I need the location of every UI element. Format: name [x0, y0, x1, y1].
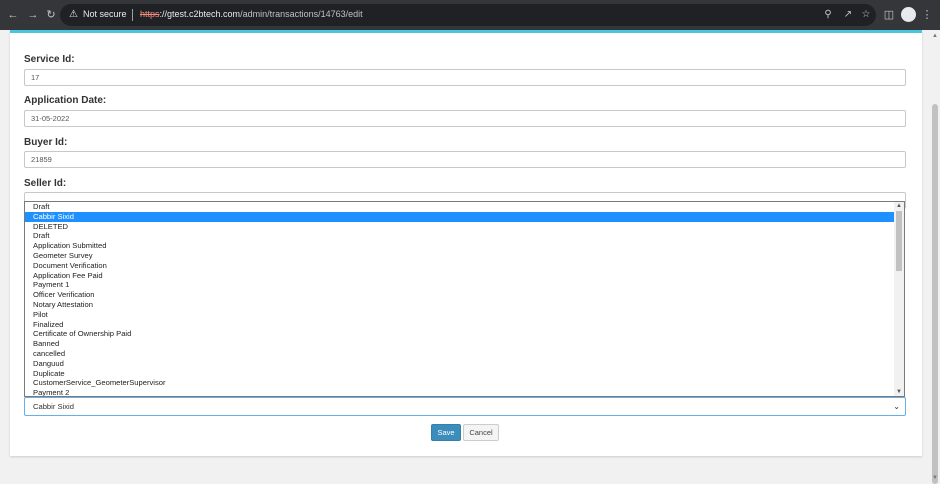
dropdown-scroll-thumb[interactable]: [896, 211, 902, 271]
avatar[interactable]: [901, 7, 916, 22]
status-select[interactable]: Cabbir Sixid ⌄: [24, 397, 906, 416]
status-option[interactable]: Draft: [25, 231, 895, 241]
dropdown-scrollbar[interactable]: ▲ ▼: [894, 202, 904, 396]
service-id-input[interactable]: 17: [24, 69, 906, 86]
cancel-button[interactable]: Cancel: [463, 424, 499, 441]
star-icon[interactable]: ☆: [860, 9, 872, 21]
reload-icon[interactable]: ↻: [44, 8, 58, 22]
status-option[interactable]: Application Fee Paid: [25, 271, 895, 281]
status-option[interactable]: Danguud: [25, 359, 895, 369]
application-date-input[interactable]: 31-05-2022: [24, 110, 906, 127]
application-date-label: Application Date:: [24, 95, 107, 106]
service-id-label: Service Id:: [24, 54, 75, 65]
page-scroll-up-icon[interactable]: ▲: [931, 32, 939, 40]
status-option[interactable]: Officer Verification: [25, 290, 895, 300]
divider: [132, 9, 133, 21]
share-icon[interactable]: ↗: [842, 9, 854, 21]
status-option[interactable]: Document Verification: [25, 261, 895, 271]
save-button[interactable]: Save: [431, 424, 461, 441]
status-option[interactable]: CustomerService_GeometerSupervisor: [25, 378, 895, 388]
forward-icon[interactable]: →: [26, 8, 40, 22]
status-option[interactable]: cancelled: [25, 349, 895, 359]
scroll-up-icon[interactable]: ▲: [895, 202, 903, 210]
url-scheme: https: [140, 9, 160, 19]
url-text[interactable]: https://gtest.c2btech.com/admin/transact…: [140, 9, 363, 19]
browser-toolbar: ← → ↻ ⚠ Not secure https://gtest.c2btech…: [0, 0, 940, 30]
status-option[interactable]: Payment 1: [25, 280, 895, 290]
page-scrollbar[interactable]: ▲ ▼: [930, 30, 940, 484]
buyer-id-input[interactable]: 21859: [24, 151, 906, 168]
status-options: Draft Cabbir Sixid DELETED Draft Application…: [25, 202, 904, 396]
status-option[interactable]: Geometer Survey: [25, 251, 895, 261]
url-host: ://gtest.c2btech.com: [159, 9, 241, 19]
url-path: /admin/transactions/14763/edit: [240, 9, 363, 19]
status-dropdown-list[interactable]: Draft Cabbir Sixid DELETED Draft Application…: [24, 201, 905, 397]
security-label: Not secure: [83, 9, 127, 19]
status-select-value: Cabbir Sixid: [33, 402, 74, 411]
chevron-down-icon: ⌄: [893, 402, 900, 411]
status-option[interactable]: Application Submitted: [25, 241, 895, 251]
status-option[interactable]: Pilot: [25, 310, 895, 320]
status-option[interactable]: Payment 2: [25, 388, 895, 396]
scroll-down-icon[interactable]: ▼: [895, 388, 903, 396]
warning-icon: ⚠: [69, 9, 78, 20]
status-option[interactable]: Finalized: [25, 320, 895, 330]
back-icon[interactable]: ←: [6, 8, 20, 22]
status-option[interactable]: Banned: [25, 339, 895, 349]
search-icon[interactable]: ⚲: [822, 9, 834, 21]
status-option[interactable]: Cabbir Sixid: [25, 211, 895, 222]
status-option[interactable]: Certificate of Ownership Paid: [25, 329, 895, 339]
address-bar[interactable]: ⚠ Not secure https://gtest.c2btech.com/a…: [60, 4, 876, 26]
page-scroll-thumb[interactable]: [932, 104, 938, 484]
status-option[interactable]: Notary Attestation: [25, 300, 895, 310]
status-option[interactable]: DELETED: [25, 222, 895, 232]
menu-icon[interactable]: ⋮: [920, 8, 934, 22]
status-option[interactable]: Duplicate: [25, 369, 895, 379]
buyer-id-label: Buyer Id:: [24, 137, 68, 148]
seller-id-label: Seller Id:: [24, 178, 67, 189]
page-scroll-down-icon[interactable]: ▼: [931, 474, 939, 482]
status-option[interactable]: Draft: [25, 202, 895, 212]
sidebar-icon[interactable]: ◫: [882, 8, 896, 22]
